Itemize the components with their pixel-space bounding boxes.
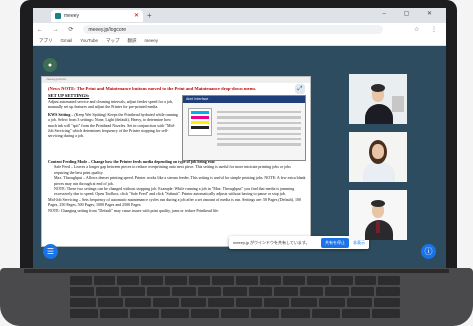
participant-video-2[interactable]: [349, 132, 407, 182]
document-intro: Adjust automated service and cleaning in…: [48, 99, 178, 139]
navigation-buttons[interactable]: ← → ⟳: [37, 26, 77, 33]
document-notice: (News NOTE: The Print and Maintenance bu…: [48, 86, 256, 91]
stop-sharing-button[interactable]: 共有を停止: [321, 237, 349, 248]
info-button[interactable]: ⓘ: [421, 244, 436, 259]
bookmark-item[interactable]: アプリ: [39, 38, 53, 44]
avatar-icon: ●: [47, 61, 53, 69]
bookmark-item[interactable]: YouTube: [80, 38, 98, 43]
menu-icon: ☰: [46, 247, 55, 256]
bookmark-item[interactable]: 翻訳: [127, 38, 136, 44]
laptop-screen: meeey ✕ + – ▢ ✕ ← → ⟳ meeey.jp/logcore ☆…: [33, 8, 446, 270]
doc-paragraph: Safe Feed – Leaves a longer gap between …: [54, 164, 291, 175]
bookmark-item[interactable]: マップ: [106, 38, 120, 44]
laptop-hinge: [24, 269, 449, 273]
browser-tab-bar: meeey ✕ + – ▢ ✕: [33, 8, 446, 23]
site-favicon-icon: [55, 12, 61, 19]
toast-text: meeey.jp がウインドウを共有しています。: [233, 239, 310, 245]
avatar[interactable]: ●: [43, 58, 57, 72]
kws-label: KWS Setting: [48, 111, 71, 117]
tab-title: meeey: [64, 12, 80, 19]
tab-close-icon[interactable]: ✕: [134, 12, 139, 19]
bookmark-item[interactable]: meeey: [144, 38, 158, 43]
settings-panel-image: Alert Interface: [182, 95, 306, 161]
info-icon: ⓘ: [424, 247, 433, 256]
doc-paragraph: Max. Throughput – Allows denser printing…: [54, 175, 306, 186]
window-controls[interactable]: – ▢ ✕: [383, 10, 440, 17]
ink-level-icon: [188, 108, 212, 136]
bookmark-item[interactable]: Gmail: [61, 38, 73, 43]
shared-document: meeey.jp/ce/ca (News NOTE: The Print and…: [41, 76, 311, 247]
url-text: meeey.jp/logcore: [88, 26, 127, 33]
hide-button[interactable]: 非表示: [353, 240, 365, 246]
doc-paragraph: NOTE: These two settings can be changed …: [54, 186, 295, 197]
intro-text: Adjust automated service and cleaning in…: [48, 99, 173, 110]
document-body: Content Feeding Mode – Change how the Pr…: [48, 159, 306, 213]
toolbar-icons[interactable]: ☆ ⋮: [414, 26, 442, 33]
address-bar: ← → ⟳ meeey.jp/logcore ☆ ⋮: [33, 23, 446, 36]
expand-icon[interactable]: ⤢: [295, 84, 305, 94]
participant-video-1[interactable]: [349, 74, 407, 124]
keyboard-keys: [70, 276, 401, 320]
doc-paragraph: Mid-Job Servicing – Sets frequency of au…: [48, 196, 302, 208]
laptop-scene: meeey ✕ + – ▢ ✕ ← → ⟳ meeey.jp/logcore ☆…: [0, 0, 473, 326]
panel-title: Alert Interface: [183, 96, 305, 103]
doc-paragraph: NOTE: Changing setting from "Default" ma…: [48, 207, 220, 213]
screen-share-toast: meeey.jp がウインドウを共有しています。 共有を停止 非表示: [229, 236, 369, 249]
bookmarks-bar: アプリ Gmail YouTube マップ 翻訳 meeey: [33, 36, 446, 46]
browser-tab[interactable]: meeey ✕: [51, 9, 143, 22]
new-tab-button[interactable]: +: [147, 11, 152, 20]
meeting-area: ● meeey.jp/ce/ca (News NOTE: The Print a…: [33, 46, 446, 270]
participant-video-3[interactable]: [349, 190, 407, 240]
url-field[interactable]: meeey.jp/logcore: [83, 25, 384, 34]
menu-button[interactable]: ☰: [43, 244, 58, 259]
kws-paragraph: KWS Setting – (Keep Wet Spitting) Keeps …: [48, 112, 178, 139]
panel-fields: [217, 108, 301, 149]
